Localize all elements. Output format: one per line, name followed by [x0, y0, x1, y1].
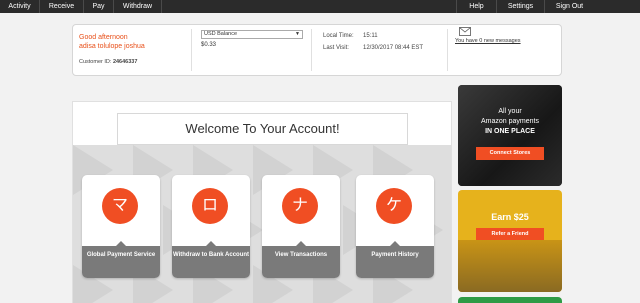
last-visit-label: Last Visit: — [323, 45, 349, 51]
envelope-icon[interactable] — [459, 27, 471, 36]
tile-withdraw-to-bank[interactable]: ロ Withdraw to Bank Account — [172, 175, 250, 278]
tile-label: Global Payment Service — [82, 246, 160, 278]
ad-line-3: IN ONE PLACE — [485, 128, 535, 135]
nav-receive[interactable]: Receive — [40, 0, 84, 13]
customer-id: Customer ID: 24646337 — [79, 59, 137, 65]
tile-label: View Transactions — [262, 246, 340, 278]
greeting-block: Good afternoon adisa tolulope joshua — [79, 33, 145, 51]
balance-amount: $0.33 — [201, 42, 217, 48]
user-name: adisa tolulope joshua — [79, 43, 145, 50]
nav-activity[interactable]: Activity — [0, 0, 40, 13]
ad-line-2: Amazon payments — [481, 118, 539, 125]
welcome-card: Welcome To Your Account! マ Global Paymen… — [72, 101, 452, 303]
nav-sign-out[interactable]: Sign Out — [544, 0, 594, 13]
tile-label: Withdraw to Bank Account — [172, 246, 250, 278]
welcome-title: Welcome To Your Account! — [117, 113, 408, 145]
transactions-icon: ナ — [282, 188, 318, 224]
local-time-value: 15:11 — [363, 33, 378, 39]
amazon-payments-ad[interactable]: All your Amazon payments IN ONE PLACE Co… — [458, 85, 562, 186]
top-nav: Activity Receive Pay Withdraw Help Setti… — [0, 0, 640, 13]
last-visit-value: 12/30/2017 08:44 EST — [363, 45, 424, 51]
greeting-text: Good afternoon — [79, 34, 128, 41]
earn-title: Earn $25 — [491, 212, 529, 222]
divider — [191, 29, 192, 71]
nav-withdraw[interactable]: Withdraw — [114, 0, 162, 13]
account-summary: Good afternoon adisa tolulope joshua Cus… — [72, 24, 562, 76]
ad-photo — [458, 240, 562, 292]
divider — [447, 29, 448, 71]
tile-view-transactions[interactable]: ナ View Transactions — [262, 175, 340, 278]
chevron-down-icon: ▼ — [295, 31, 300, 37]
balance-select[interactable]: USD Balance ▼ — [201, 30, 303, 39]
withdraw-icon: ロ — [192, 188, 228, 224]
global-payment-icon: マ — [102, 188, 138, 224]
nav-settings[interactable]: Settings — [496, 0, 544, 13]
tile-payment-history[interactable]: ケ Payment History — [356, 175, 434, 278]
promo-ad[interactable] — [458, 297, 562, 303]
messages-link[interactable]: You have 0 new messages — [455, 38, 521, 44]
history-icon: ケ — [376, 188, 412, 224]
refer-friend-ad[interactable]: Earn $25 Refer a Friend — [458, 190, 562, 292]
balance-select-value: USD Balance — [204, 31, 238, 37]
refer-friend-button[interactable]: Refer a Friend — [476, 228, 544, 240]
divider — [311, 29, 312, 71]
nav-help[interactable]: Help — [456, 0, 496, 13]
tile-global-payment-service[interactable]: マ Global Payment Service — [82, 175, 160, 278]
nav-pay[interactable]: Pay — [84, 0, 114, 13]
ad-line-1: All your — [498, 108, 522, 115]
tile-label: Payment History — [356, 246, 434, 278]
customer-id-label: Customer ID: — [79, 59, 112, 65]
customer-id-value: 24646337 — [112, 59, 138, 65]
local-time-label: Local Time: — [323, 33, 354, 39]
connect-stores-button[interactable]: Connect Stores — [476, 147, 544, 160]
